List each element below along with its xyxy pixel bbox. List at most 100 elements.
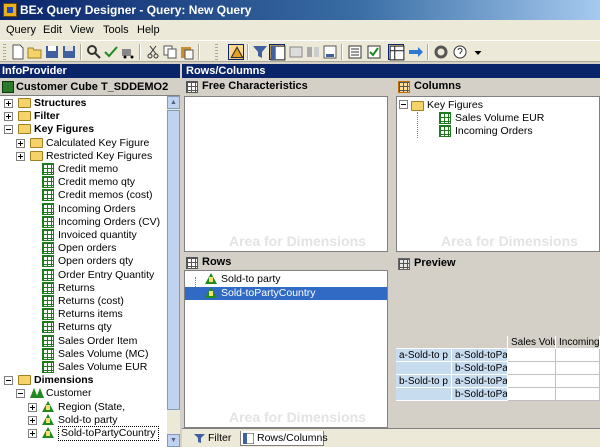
- preview-icon[interactable]: [388, 44, 405, 61]
- collapse-icon[interactable]: [4, 125, 13, 135]
- toolbar-grip[interactable]: [3, 44, 6, 60]
- transport-icon[interactable]: [120, 44, 136, 60]
- tree-item-label: Credit memo: [58, 163, 119, 175]
- collapse-icon[interactable]: [4, 376, 13, 386]
- tree-item[interactable]: Open orders qty: [0, 255, 167, 268]
- tree-item[interactable]: Open orders: [0, 242, 167, 255]
- columns-item[interactable]: Sales Volume EUR: [455, 112, 544, 125]
- tree-item[interactable]: Filter: [0, 110, 167, 123]
- tree-item[interactable]: Sold-to party: [0, 413, 167, 427]
- key-figure-icon: [42, 242, 54, 255]
- columns-title: Columns: [414, 80, 462, 92]
- tree-item[interactable]: Sales Volume (MC): [0, 347, 167, 361]
- expand-icon[interactable]: [4, 99, 13, 108]
- expand-icon[interactable]: [28, 429, 37, 438]
- properties-icon[interactable]: [228, 44, 244, 60]
- tab-rows-columns[interactable]: Rows/Columns: [240, 431, 328, 446]
- tree-item[interactable]: Invoiced quantity: [0, 229, 167, 242]
- paste-icon[interactable]: [179, 44, 195, 60]
- tree-item-label: Returns (cost): [58, 295, 124, 307]
- copy-icon[interactable]: [162, 44, 178, 60]
- tree-item-label: Structures: [34, 97, 87, 109]
- bottom-tabs: Filter Rows/Columns: [182, 428, 600, 447]
- tree-item-label: Dimensions: [34, 374, 94, 387]
- check-icon[interactable]: [103, 44, 119, 60]
- columns-root[interactable]: Key Figures: [427, 99, 483, 112]
- tree-item[interactable]: Order Entry Quantity: [0, 268, 167, 282]
- tree-item-label: Incoming Orders: [58, 202, 136, 215]
- columns-item[interactable]: Incoming Orders: [455, 125, 533, 138]
- left-scrollbar[interactable]: ▲ ▼: [167, 96, 180, 447]
- characteristic-icon: [205, 273, 217, 284]
- menu-edit[interactable]: Edit: [43, 24, 62, 36]
- expand-icon[interactable]: [28, 402, 37, 412]
- tree-item[interactable]: Returns qty: [0, 321, 167, 334]
- infoprovider-tree: Structures Filter Key Figures Calculated Ke…: [0, 96, 167, 447]
- columns-watermark: Area for Dimensions: [441, 233, 578, 249]
- tree-item[interactable]: Sold-toPartyCountry: [0, 426, 167, 441]
- expand-icon[interactable]: [16, 138, 25, 148]
- tree-item[interactable]: Incoming Orders: [0, 202, 167, 216]
- filter-icon[interactable]: [252, 44, 268, 60]
- expand-icon[interactable]: [28, 415, 37, 425]
- save-as-icon[interactable]: [61, 44, 77, 60]
- chevron-down-icon[interactable]: [470, 44, 482, 60]
- rows-icon: [186, 257, 198, 269]
- collapse-icon[interactable]: [16, 389, 25, 399]
- key-figure-icon: [42, 281, 54, 294]
- scroll-thumb[interactable]: [167, 110, 180, 410]
- menu-bar: Query Edit View Tools Help: [0, 20, 600, 40]
- tree-item[interactable]: Calculated Key Figure: [0, 137, 167, 150]
- execute-icon[interactable]: [408, 44, 424, 60]
- open-icon[interactable]: [27, 44, 43, 60]
- new-icon[interactable]: [10, 44, 26, 60]
- scroll-up-icon[interactable]: ▲: [167, 96, 180, 109]
- expand-icon[interactable]: [16, 151, 25, 161]
- tree-item-label: Incoming Orders (CV): [58, 215, 161, 228]
- menu-tools[interactable]: Tools: [103, 24, 129, 36]
- tree-item[interactable]: Region (State,: [0, 400, 167, 414]
- free-characteristics-area[interactable]: Area for Dimensions: [184, 96, 388, 252]
- rows-item[interactable]: Sold-toPartyCountry: [221, 287, 316, 300]
- tree-item-label: Sales Volume EUR: [58, 361, 148, 373]
- rows-columns-icon[interactable]: [269, 44, 286, 61]
- scroll-down-icon[interactable]: ▼: [167, 434, 180, 447]
- columns-area[interactable]: Key Figures Sales Volume EUR Incoming Or…: [396, 96, 600, 252]
- where-used-icon[interactable]: [86, 44, 102, 60]
- tab-filter[interactable]: Filter: [192, 431, 238, 446]
- preview-grid: Sales Volu Incoming a-Sold-to p a-Sold-t…: [396, 336, 600, 408]
- cut-icon[interactable]: [145, 44, 161, 60]
- tree-item[interactable]: Restricted Key Figures: [0, 150, 167, 163]
- messages-icon[interactable]: [366, 44, 382, 60]
- menu-query[interactable]: Query: [6, 24, 36, 36]
- save-icon[interactable]: [44, 44, 60, 60]
- tree-item[interactable]: Returns (cost): [0, 295, 167, 308]
- menu-view[interactable]: View: [70, 24, 94, 36]
- tree-item[interactable]: Returns items: [0, 308, 167, 321]
- tree-item[interactable]: Customer: [0, 387, 167, 400]
- tree-item[interactable]: Sales Order Item: [0, 334, 167, 348]
- tree-item[interactable]: Credit memo: [0, 163, 167, 176]
- exceptions-icon[interactable]: [322, 44, 338, 60]
- settings-icon[interactable]: [433, 44, 449, 60]
- collapse-icon[interactable]: [399, 100, 408, 109]
- tree-item[interactable]: Key Figures: [0, 123, 167, 136]
- preview-row-outer: b-Sold-to p: [396, 375, 452, 388]
- documents-icon[interactable]: [347, 44, 363, 60]
- tree-item[interactable]: Credit memo qty: [0, 176, 167, 189]
- expand-icon[interactable]: [4, 112, 13, 122]
- tree-item[interactable]: Dimensions: [0, 374, 167, 387]
- tree-item[interactable]: Credit memos (cost): [0, 189, 167, 202]
- tree-item[interactable]: Sales Volume EUR: [0, 361, 167, 374]
- tree-item[interactable]: Structures: [0, 97, 167, 110]
- conditions-icon[interactable]: [305, 44, 321, 60]
- dimension-icon: [30, 387, 44, 399]
- rows-item[interactable]: Sold-to party: [221, 273, 381, 286]
- cells-icon[interactable]: [288, 44, 304, 60]
- menu-help[interactable]: Help: [137, 24, 160, 36]
- tree-item[interactable]: Returns: [0, 281, 167, 295]
- tree-item[interactable]: Incoming Orders (CV): [0, 215, 167, 229]
- help-icon[interactable]: [452, 44, 468, 60]
- rows-area[interactable]: Sold-to party Sold-toPartyCountry Area f…: [184, 270, 388, 428]
- rows-watermark: Area for Dimensions: [229, 409, 366, 425]
